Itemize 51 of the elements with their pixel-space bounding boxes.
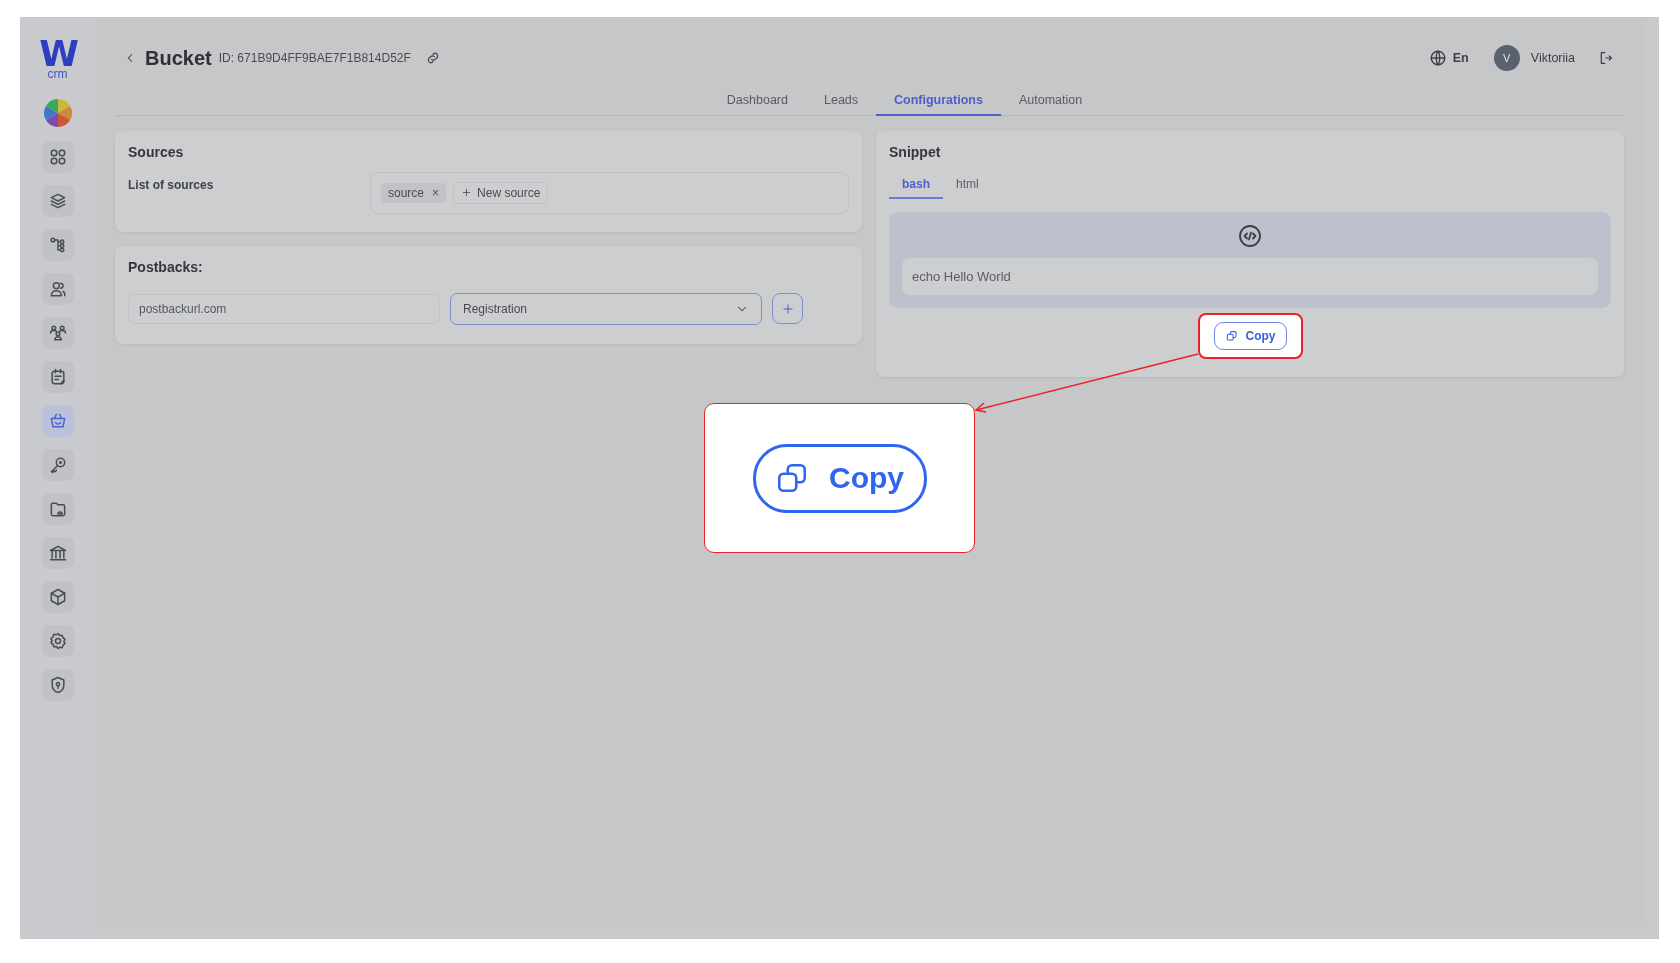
copy-icon — [1224, 328, 1239, 343]
card-title: Postbacks: — [128, 258, 204, 275]
sidebar-item[interactable] — [41, 229, 74, 261]
card-title: Snippet — [889, 143, 942, 160]
tab[interactable]: bash — [889, 172, 943, 199]
bucket-id: ID: 671B9D4FF9BAE7F1B814D52F — [218, 51, 411, 65]
team-icon — [47, 323, 68, 343]
sidebar-item[interactable] — [41, 669, 74, 701]
card-title: Sources — [128, 143, 185, 160]
plus-icon — [780, 301, 795, 316]
sidebar-item[interactable] — [41, 449, 74, 481]
logo-subtitle: crm — [47, 68, 68, 80]
copy-button[interactable]: Copy — [1213, 321, 1287, 350]
tab[interactable]: Automation — [1000, 85, 1101, 116]
field-label: List of sources — [128, 176, 215, 194]
color-wheel-icon[interactable] — [42, 98, 73, 128]
event-dropdown[interactable]: Registration — [450, 292, 762, 325]
tag-label: source — [388, 185, 425, 200]
code-field: echo Hello World — [902, 257, 1598, 295]
tab[interactable]: Configurations — [876, 85, 1001, 116]
copy-button[interactable]: Copy — [752, 443, 927, 513]
page-title: Bucket — [145, 46, 212, 70]
bank-icon — [47, 543, 68, 563]
settings-icon — [47, 631, 68, 651]
new-source-button[interactable]: New source — [453, 181, 549, 204]
hierarchy-icon — [47, 235, 68, 255]
sidebar-item[interactable] — [41, 581, 74, 613]
sidebar-item[interactable] — [41, 405, 74, 437]
tab[interactable]: Leads — [806, 85, 877, 116]
sidebar-item[interactable] — [41, 317, 74, 349]
globe-icon[interactable] — [1428, 49, 1447, 67]
logo: W — [39, 39, 76, 69]
sidebar-item[interactable] — [41, 273, 74, 305]
copy-icon — [775, 461, 809, 495]
sidebar-item[interactable] — [41, 361, 74, 393]
avatar[interactable]: V — [1493, 45, 1520, 71]
sidebar-item[interactable] — [41, 185, 74, 217]
user-name: Viktoriia — [1530, 51, 1575, 65]
sidebar-item[interactable] — [41, 493, 74, 525]
sidebar-item[interactable] — [41, 625, 74, 657]
remove-button[interactable]: × — [432, 185, 440, 200]
tab[interactable]: Dashboard — [708, 85, 806, 116]
plus-icon — [461, 187, 473, 198]
sources-field[interactable]: source × New source — [370, 171, 849, 214]
sidebar-item[interactable] — [41, 537, 74, 569]
url-input[interactable]: postbackurl.com — [128, 293, 440, 324]
logout-icon[interactable] — [1598, 50, 1614, 66]
language-label[interactable]: En — [1452, 51, 1469, 65]
tab[interactable]: html — [943, 172, 992, 199]
sidebar-item[interactable] — [41, 141, 74, 173]
code-icon — [1238, 223, 1262, 248]
